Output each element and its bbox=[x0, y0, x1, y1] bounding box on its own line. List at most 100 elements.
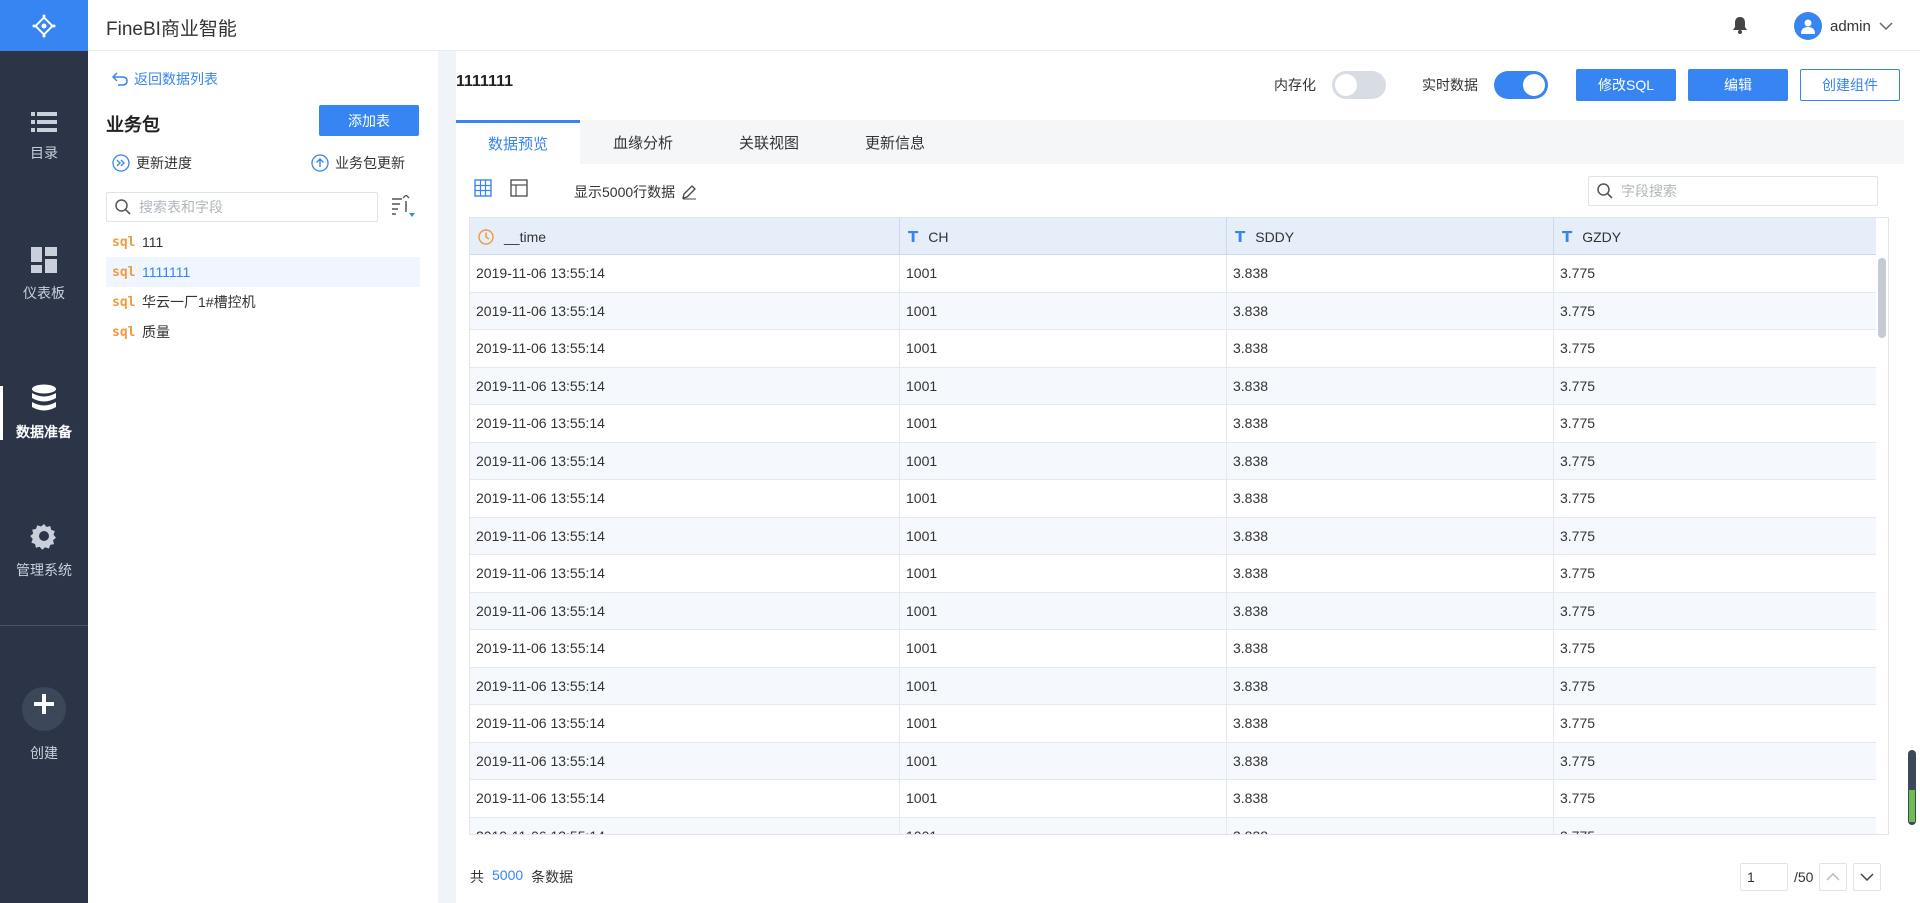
table-row[interactable]: 2019-11-06 13:55:1410013.8383.775 bbox=[470, 442, 1876, 480]
table-cell: 1001 bbox=[900, 742, 1227, 779]
table-cell: 2019-11-06 13:55:14 bbox=[470, 330, 900, 367]
tab-update-info[interactable]: 更新信息 bbox=[832, 120, 958, 164]
table-row[interactable]: 2019-11-06 13:55:1410013.8383.775 bbox=[470, 705, 1876, 743]
prev-page-button[interactable] bbox=[1819, 863, 1848, 891]
table-cell: 1001 bbox=[900, 480, 1227, 517]
tab-relation-view[interactable]: 关联视图 bbox=[706, 120, 832, 164]
table-cell: 3.775 bbox=[1560, 565, 1596, 582]
table-cell: 2019-11-06 13:55:14 bbox=[470, 780, 900, 817]
toggle-knob bbox=[1523, 74, 1545, 96]
column-header-sddy[interactable]: T SDDY bbox=[1227, 218, 1554, 255]
table-row[interactable]: 2019-11-06 13:55:1410013.8383.775 bbox=[470, 480, 1876, 518]
table-cell: 3.775 bbox=[1560, 677, 1596, 694]
table-cell: 3.775 bbox=[1560, 302, 1596, 319]
rows-count-setting[interactable]: 显示5000行数据 bbox=[574, 182, 697, 202]
nav-item-create[interactable]: 创建 bbox=[0, 670, 88, 780]
memory-toggle[interactable] bbox=[1332, 71, 1386, 99]
table-row[interactable]: 2019-11-06 13:55:1410013.8383.775 bbox=[470, 255, 1876, 293]
nav-item-dashboard[interactable]: 仪表板 bbox=[0, 230, 88, 320]
table-cell: 3.775 bbox=[1560, 452, 1596, 469]
dashboard-icon bbox=[31, 247, 57, 273]
nav-item-admin[interactable]: 管理系统 bbox=[0, 506, 88, 596]
back-to-list-link[interactable]: 返回数据列表 bbox=[112, 69, 218, 89]
table-cell: 2019-11-06 13:55:14 bbox=[470, 517, 900, 554]
search-icon bbox=[1597, 183, 1613, 199]
table-cell: 2019-11-06 13:55:14 bbox=[470, 705, 900, 742]
user-menu[interactable]: admin bbox=[1794, 12, 1893, 40]
table-row[interactable]: 2019-11-06 13:55:1410013.8383.775 bbox=[470, 780, 1876, 818]
logo[interactable] bbox=[0, 0, 88, 51]
list-item[interactable]: sql 111 bbox=[106, 227, 420, 257]
scroll-thumb bbox=[1909, 790, 1915, 822]
table-cell: 1001 bbox=[900, 667, 1227, 704]
text-type-icon: T bbox=[908, 227, 919, 246]
update-progress-link[interactable]: 更新进度 bbox=[112, 153, 192, 173]
table-row[interactable]: 2019-11-06 13:55:1410013.8383.775 bbox=[470, 592, 1876, 630]
table-cell: 2019-11-06 13:55:14 bbox=[470, 742, 900, 779]
table-row[interactable]: 2019-11-06 13:55:1410013.8383.775 bbox=[470, 405, 1876, 443]
list-item[interactable]: sql 质量 bbox=[106, 317, 420, 347]
table-cell: 3.838 bbox=[1227, 630, 1554, 667]
table-cell: 3.838 bbox=[1227, 480, 1554, 517]
nav-item-data-prep[interactable]: 数据准备 bbox=[0, 368, 88, 458]
table-cell: 3.838 bbox=[1227, 555, 1554, 592]
bell-icon[interactable] bbox=[1732, 16, 1748, 34]
grid-view-icon[interactable] bbox=[474, 179, 492, 197]
next-page-button[interactable] bbox=[1853, 863, 1882, 891]
create-component-button[interactable]: 创建组件 bbox=[1800, 69, 1900, 101]
table-search bbox=[106, 192, 378, 222]
column-header-time[interactable]: __time bbox=[470, 218, 900, 255]
nav-label: 创建 bbox=[30, 745, 58, 761]
table-row[interactable]: 2019-11-06 13:55:1410013.8383.775 bbox=[470, 742, 1876, 780]
table-row[interactable]: 2019-11-06 13:55:1410013.8383.775 bbox=[470, 630, 1876, 668]
tab-lineage[interactable]: 血缘分析 bbox=[580, 120, 706, 164]
table-cell: 3.838 bbox=[1227, 592, 1554, 629]
field-search-input[interactable] bbox=[1621, 183, 1861, 199]
nav-label: 目录 bbox=[30, 145, 58, 161]
data-table: __time T CH T SDDY T GZDY 2019-11-06 13:… bbox=[469, 217, 1889, 835]
table-row[interactable]: 2019-11-06 13:55:1410013.8383.775 bbox=[470, 292, 1876, 330]
edit-button[interactable]: 编辑 bbox=[1688, 69, 1788, 101]
table-name: 质量 bbox=[142, 324, 170, 340]
table-row[interactable]: 2019-11-06 13:55:1410013.8383.775 bbox=[470, 667, 1876, 705]
search-icon bbox=[115, 199, 131, 215]
table-cell: 3.775 bbox=[1560, 490, 1596, 507]
table-cell: 1001 bbox=[900, 780, 1227, 817]
sql-icon: sql bbox=[112, 234, 136, 250]
list-item[interactable]: sql 华云一厂1#槽控机 bbox=[106, 287, 420, 317]
table-cell: 2019-11-06 13:55:14 bbox=[470, 817, 900, 834]
table-search-input[interactable] bbox=[139, 199, 359, 215]
table-row[interactable]: 2019-11-06 13:55:1410013.8383.775 bbox=[470, 330, 1876, 368]
create-button[interactable] bbox=[22, 687, 66, 731]
nav-label: 数据准备 bbox=[16, 424, 72, 440]
page-scrollbar[interactable] bbox=[1908, 750, 1916, 825]
table-row[interactable]: 2019-11-06 13:55:1410013.8383.775 bbox=[470, 517, 1876, 555]
layout-view-icon[interactable] bbox=[510, 179, 528, 197]
page-number-input[interactable] bbox=[1740, 863, 1788, 891]
realtime-label: 实时数据 bbox=[1422, 77, 1478, 93]
table-row[interactable]: 2019-11-06 13:55:1410013.8383.775 bbox=[470, 817, 1876, 834]
realtime-toggle[interactable] bbox=[1494, 71, 1548, 99]
table-cell: 2019-11-06 13:55:14 bbox=[470, 367, 900, 404]
list-item[interactable]: sql 1111111 bbox=[106, 257, 420, 287]
table-cell: 1001 bbox=[900, 442, 1227, 479]
column-name: SDDY bbox=[1255, 228, 1295, 245]
nav-item-catalog[interactable]: 目录 bbox=[0, 92, 88, 182]
table-row[interactable]: 2019-11-06 13:55:1410013.8383.775 bbox=[470, 555, 1876, 593]
sort-icon[interactable] bbox=[390, 195, 416, 219]
text-type-icon: T bbox=[1235, 227, 1246, 246]
modify-sql-button[interactable]: 修改SQL bbox=[1576, 69, 1676, 101]
table-cell: 3.775 bbox=[1560, 640, 1596, 657]
tab-data-preview[interactable]: 数据预览 bbox=[456, 120, 580, 164]
table-row[interactable]: 2019-11-06 13:55:1410013.8383.775 bbox=[470, 367, 1876, 405]
add-table-button[interactable]: 添加表 bbox=[319, 105, 419, 136]
table-cell: 1001 bbox=[900, 367, 1227, 404]
column-header-gzdy[interactable]: T GZDY bbox=[1554, 218, 1876, 255]
memory-label: 内存化 bbox=[1274, 77, 1316, 93]
table-cell: 3.775 bbox=[1560, 415, 1596, 432]
vertical-scrollbar[interactable] bbox=[1878, 258, 1886, 338]
column-header-ch[interactable]: T CH bbox=[900, 218, 1227, 255]
logo-icon bbox=[32, 14, 56, 37]
table-cell: 1001 bbox=[900, 330, 1227, 367]
package-update-link[interactable]: 业务包更新 bbox=[311, 153, 405, 173]
